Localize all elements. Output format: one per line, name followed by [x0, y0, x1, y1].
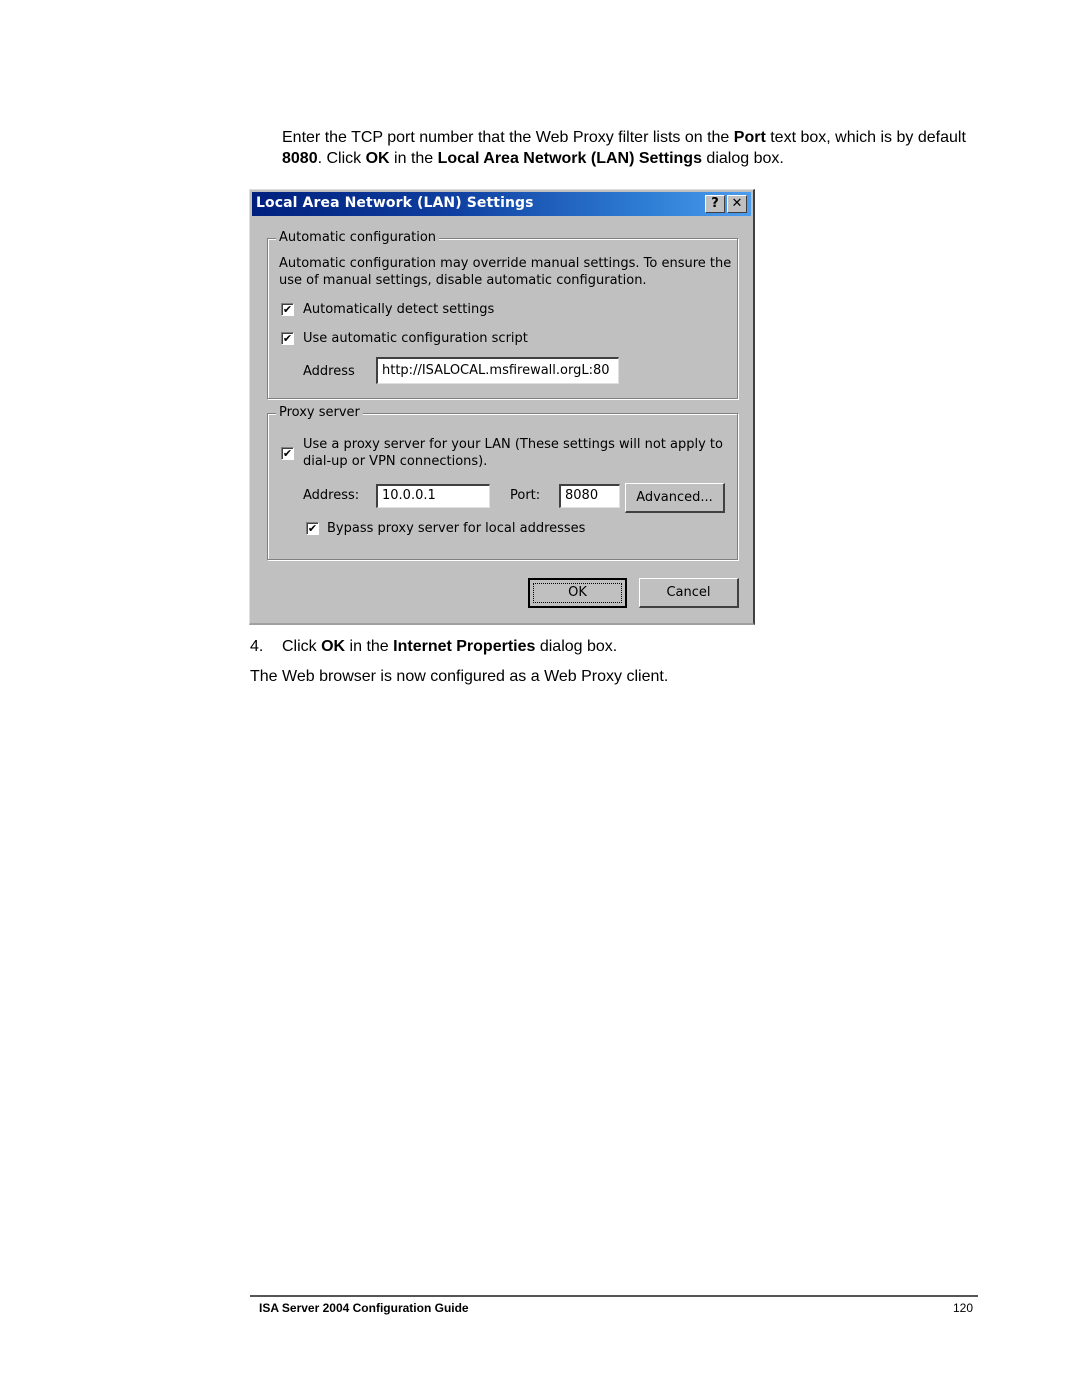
intro-text-3: 8080 — [282, 150, 318, 167]
auto-config-description-line2: use of manual settings, disable automati… — [279, 273, 647, 288]
footer-title: ISA Server 2004 Configuration Guide — [259, 1301, 469, 1315]
proxy-port-input[interactable]: 8080 — [559, 484, 620, 508]
script-address-label: Address — [303, 364, 355, 379]
close-button[interactable]: ✕ — [727, 195, 747, 213]
proxy-server-group-label: Proxy server — [276, 405, 363, 421]
conclusion-paragraph: The Web browser is now configured as a W… — [250, 668, 669, 685]
advanced-button[interactable]: Advanced... — [625, 483, 725, 513]
step4-text-2: in the — [345, 638, 394, 655]
intro-text-2: text box, which is by default — [765, 129, 966, 146]
intro-text-0: Enter the TCP port number that the Web P… — [282, 129, 734, 146]
step-4: 4. Click OK in the Internet Properties di… — [250, 636, 950, 657]
cancel-button[interactable]: Cancel — [639, 578, 739, 608]
ok-button[interactable]: OK — [528, 578, 627, 608]
auto-detect-label[interactable]: Automatically detect settings — [303, 301, 494, 318]
step4-text-3: Internet Properties — [393, 638, 536, 655]
intro-text-1: Port — [733, 129, 766, 146]
step4-text-0: Click — [282, 638, 322, 655]
intro-text-5: OK — [365, 150, 390, 167]
footer-rule — [250, 1295, 978, 1297]
dialog-title: Local Area Network (LAN) Settings — [256, 195, 534, 211]
proxy-server-group: Proxy server ✔ Use a proxy server for yo… — [267, 405, 738, 560]
script-address-input[interactable]: http://ISALOCAL.msfirewall.orgL:80 — [376, 357, 619, 384]
check-icon: ✔ — [307, 522, 318, 535]
auto-detect-checkbox[interactable]: ✔ — [281, 303, 294, 316]
intro-text-8: dialog box. — [701, 150, 784, 167]
use-proxy-label-line2[interactable]: dial-up or VPN connections). — [303, 453, 487, 470]
intro-text-4: . Click — [317, 150, 366, 167]
step4-text-1: OK — [321, 638, 346, 655]
use-proxy-checkbox[interactable]: ✔ — [281, 447, 294, 460]
bypass-local-label[interactable]: Bypass proxy server for local addresses — [327, 520, 585, 537]
intro-text-7: Local Area Network (LAN) Settings — [437, 150, 702, 167]
intro-text-6: in the — [389, 150, 438, 167]
check-icon: ✔ — [282, 447, 293, 460]
step-number: 4. — [250, 638, 264, 655]
proxy-port-label: Port: — [510, 488, 541, 503]
page-number: 120 — [952, 1301, 973, 1315]
auto-config-group: Automatic configuration Automatic config… — [267, 230, 738, 399]
auto-config-group-label: Automatic configuration — [276, 230, 440, 246]
proxy-address-input[interactable]: 10.0.0.1 — [376, 484, 490, 508]
step4-text-4: dialog box. — [535, 638, 618, 655]
use-proxy-label-line1[interactable]: Use a proxy server for your LAN (These s… — [303, 436, 723, 453]
focus-rect — [533, 583, 622, 603]
check-icon: ✔ — [282, 332, 293, 345]
lan-settings-dialog: Local Area Network (LAN) Settings ? ✕ Au… — [249, 189, 755, 625]
close-icon: ✕ — [731, 196, 743, 211]
use-script-label[interactable]: Use automatic configuration script — [303, 330, 528, 347]
use-script-checkbox[interactable]: ✔ — [281, 332, 294, 345]
dialog-titlebar[interactable]: Local Area Network (LAN) Settings ? ✕ — [252, 192, 751, 216]
bypass-local-checkbox[interactable]: ✔ — [306, 522, 319, 535]
proxy-address-label: Address: — [303, 488, 360, 503]
intro-paragraph: Enter the TCP port number that the Web P… — [282, 127, 992, 169]
check-icon: ✔ — [282, 303, 293, 316]
help-icon: ? — [711, 196, 719, 211]
help-button[interactable]: ? — [705, 195, 725, 213]
auto-config-description-line1: Automatic configuration may override man… — [279, 256, 732, 271]
